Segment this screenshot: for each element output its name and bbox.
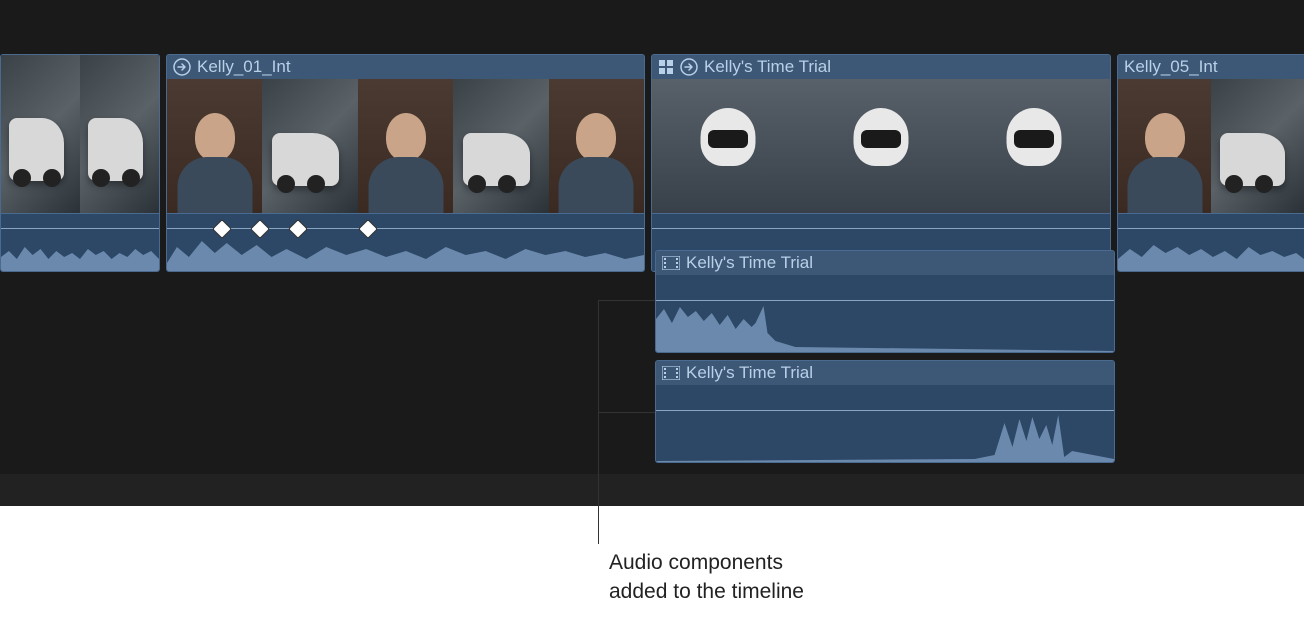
thumbnail-frame <box>167 79 262 213</box>
thumbnail-frame <box>1211 79 1304 213</box>
clip-audio-waveform[interactable] <box>167 213 644 271</box>
thumbnail-frame <box>957 79 1110 213</box>
audio-component[interactable]: Kelly's Time Trial <box>655 360 1115 463</box>
thumbnail-frame <box>358 79 453 213</box>
clip-title: Kelly's Time Trial <box>704 57 831 77</box>
clip-header: Kelly_05_Int <box>1118 55 1304 79</box>
thumbnail-frame <box>80 55 159 213</box>
clip-thumbnails[interactable] <box>167 79 644 213</box>
callout-line <box>598 300 655 301</box>
audio-component-title: Kelly's Time Trial <box>686 253 813 273</box>
timeline-bottom-strip <box>0 474 1304 506</box>
audio-component-header: Kelly's Time Trial <box>656 251 1114 275</box>
clip-title: Kelly_01_Int <box>197 57 291 77</box>
clip-thumbnails[interactable] <box>1118 79 1304 213</box>
waveform <box>1118 229 1304 271</box>
waveform <box>1 229 159 271</box>
audio-component-body[interactable] <box>656 275 1114 353</box>
thumbnail-frame <box>453 79 548 213</box>
thumbnail-frame <box>549 79 644 213</box>
clip-audio-waveform[interactable] <box>1118 213 1304 271</box>
clip-header: Kelly_01_Int <box>167 55 644 79</box>
annotation-text: Audio componentsadded to the timeline <box>609 548 804 607</box>
callout-line <box>598 300 599 544</box>
thumbnail-frame <box>805 79 958 213</box>
audio-component-header: Kelly's Time Trial <box>656 361 1114 385</box>
thumbnail-frame <box>652 79 805 213</box>
clip-thumbnails[interactable] <box>1 55 159 213</box>
clip-audio-waveform[interactable] <box>1 213 159 271</box>
audio-component-body[interactable] <box>656 385 1114 463</box>
filmstrip-icon <box>662 366 680 380</box>
clip[interactable]: Kelly's Time Trial <box>651 54 1111 272</box>
waveform <box>656 301 1114 353</box>
waveform <box>656 411 1114 463</box>
timeline[interactable]: Kelly_01_Int <box>0 0 1304 506</box>
primary-storyline: Kelly_01_Int <box>0 54 1304 272</box>
audio-component[interactable]: Kelly's Time Trial <box>655 250 1115 353</box>
clip-title: Kelly_05_Int <box>1124 57 1218 77</box>
callout-line <box>598 412 655 413</box>
filmstrip-icon <box>662 256 680 270</box>
audio-component-title: Kelly's Time Trial <box>686 363 813 383</box>
thumbnail-frame <box>1 55 80 213</box>
clip[interactable]: Kelly_05_Int <box>1117 54 1304 272</box>
waveform <box>167 229 644 271</box>
through-edit-icon <box>680 58 698 76</box>
through-edit-icon <box>173 58 191 76</box>
clip-header: Kelly's Time Trial <box>652 55 1110 79</box>
multicam-icon <box>658 59 674 75</box>
annotation-area: Audio componentsadded to the timeline <box>0 506 1304 620</box>
thumbnail-frame <box>1118 79 1211 213</box>
clip[interactable]: Kelly_01_Int <box>166 54 645 272</box>
audio-level-line[interactable] <box>652 228 1110 229</box>
clip[interactable] <box>0 54 160 272</box>
timeline-top-gap <box>0 0 1304 54</box>
thumbnail-frame <box>262 79 357 213</box>
clip-thumbnails[interactable] <box>652 79 1110 213</box>
